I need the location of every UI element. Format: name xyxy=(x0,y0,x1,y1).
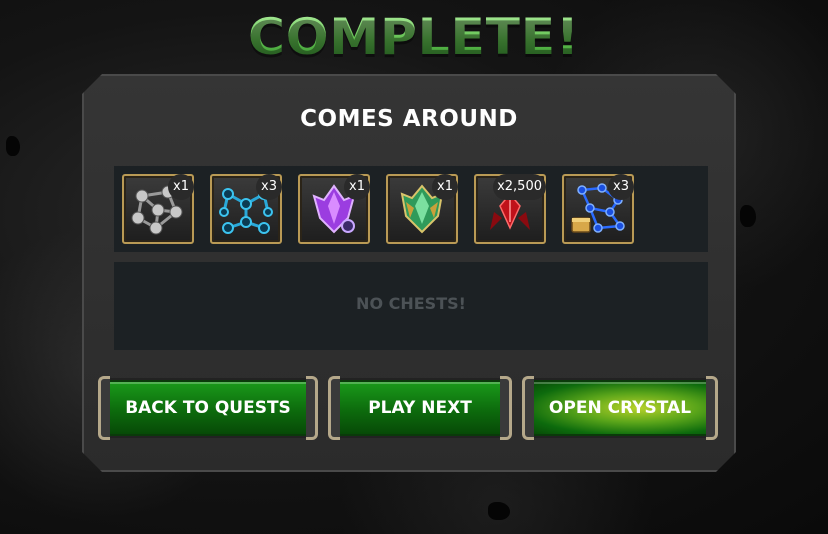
reward-slot[interactable]: x1 xyxy=(122,174,194,244)
reward-slot[interactable]: x1 xyxy=(298,174,370,244)
asteroid xyxy=(488,502,510,520)
results-panel: COMES AROUND x1 x3 x1 x1 x2,500 x3 NO CH… xyxy=(82,74,736,472)
no-chests-label: NO CHESTS! xyxy=(356,294,466,313)
play-next-button[interactable]: PLAY NEXT xyxy=(336,380,504,436)
reward-slot[interactable]: x1 xyxy=(386,174,458,244)
page-title: COMPLETE! xyxy=(0,8,828,66)
open-crystal-label: OPEN CRYSTAL xyxy=(548,398,692,418)
rewards-row: x1 x3 x1 x1 x2,500 x3 xyxy=(114,166,708,252)
reward-slot[interactable]: x3 xyxy=(562,174,634,244)
open-crystal-button[interactable]: OPEN CRYSTAL xyxy=(530,380,710,436)
asteroid xyxy=(6,136,20,156)
reward-quantity: x3 xyxy=(256,174,282,200)
asteroid xyxy=(740,205,756,227)
reward-quantity: x1 xyxy=(168,174,194,200)
back-to-quests-button[interactable]: BACK TO QUESTS xyxy=(106,380,310,436)
reward-quantity: x1 xyxy=(432,174,458,200)
reward-slot[interactable]: x3 xyxy=(210,174,282,244)
button-bracket xyxy=(706,376,718,440)
chest-area: NO CHESTS! xyxy=(114,262,708,350)
play-next-label: PLAY NEXT xyxy=(368,398,472,418)
button-bracket xyxy=(522,376,534,440)
button-bracket xyxy=(500,376,512,440)
back-to-quests-label: BACK TO QUESTS xyxy=(125,398,291,418)
button-bracket xyxy=(306,376,318,440)
reward-quantity: x3 xyxy=(608,174,634,200)
quest-name: COMES AROUND xyxy=(300,106,518,132)
reward-quantity: x2,500 xyxy=(493,174,546,200)
reward-quantity: x1 xyxy=(344,174,370,200)
reward-slot[interactable]: x2,500 xyxy=(474,174,546,244)
button-bracket xyxy=(98,376,110,440)
button-bracket xyxy=(328,376,340,440)
